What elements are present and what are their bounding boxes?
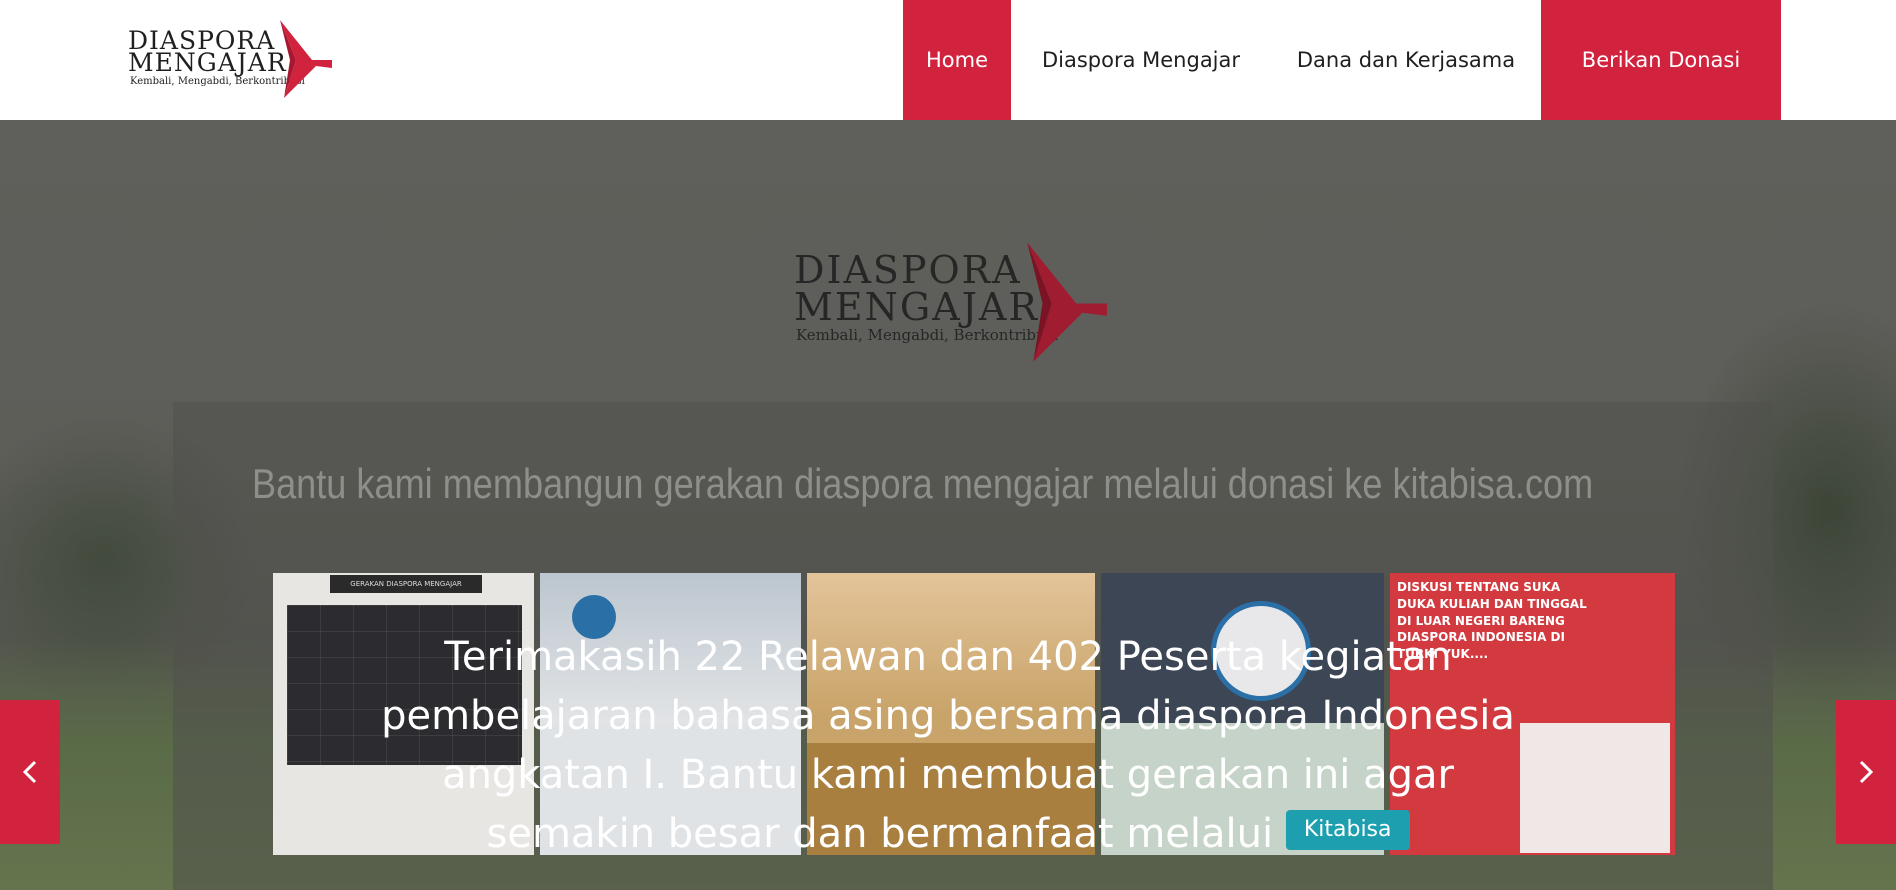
logo-line2: MENGAJAR [128,48,287,77]
slider-prev-button[interactable] [0,700,60,844]
nav-dana-kerjasama[interactable]: Dana dan Kerjasama [1271,0,1541,120]
chevron-right-icon [1859,760,1874,784]
site-header: DIASPORA MENGAJAR Kembali, Mengabdi, Ber… [0,0,1896,120]
panel-title: Bantu kami membangun gerakan diaspora me… [252,460,1594,507]
donate-button[interactable]: Berikan Donasi [1541,0,1781,120]
bird-arrow-icon [280,20,332,98]
slider-next-button[interactable] [1836,700,1896,844]
poster-card-1-header-text: GERAKAN DIASPORA MENGAJAR [350,580,462,588]
hero-logo-line2: MENGAJAR [794,285,1039,329]
site-logo[interactable]: DIASPORA MENGAJAR Kembali, Mengabdi, Ber… [128,20,338,98]
nav-home[interactable]: Home [903,0,1011,120]
kitabisa-button[interactable]: Kitabisa [1285,810,1410,850]
poster-card-1-header: GERAKAN DIASPORA MENGAJAR [330,575,482,593]
slide-caption: Terimakasih 22 Relawan dan 402 Peserta k… [380,628,1516,864]
poster-card-5-photo [1520,723,1670,853]
chevron-left-icon [22,760,37,784]
nav-diaspora-mengajar[interactable]: Diaspora Mengajar [1011,0,1271,120]
hero-bird-arrow-icon [1027,242,1107,362]
